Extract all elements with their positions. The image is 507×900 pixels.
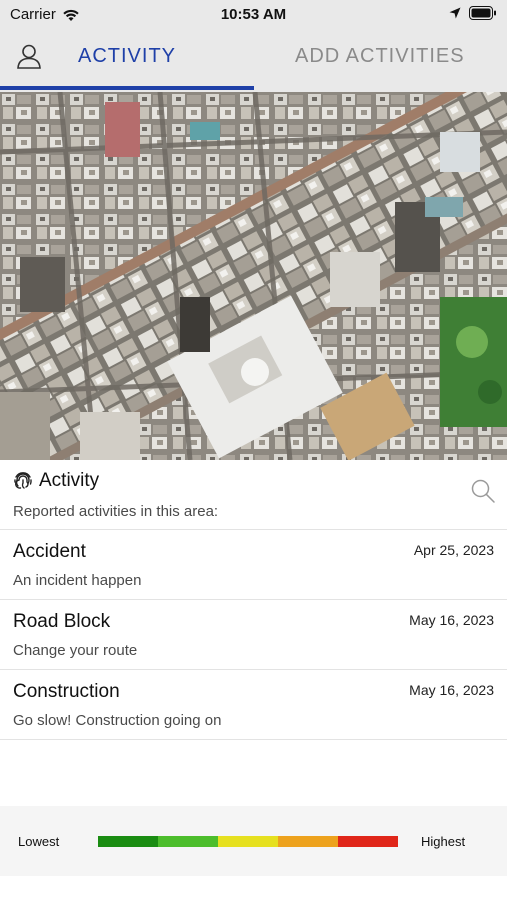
search-icon[interactable] (470, 478, 496, 504)
user-icon[interactable] (16, 43, 42, 69)
tab-header: ACTIVITY ADD ACTIVITIES (0, 28, 507, 92)
legend-color-scale (98, 836, 398, 847)
tab-add-activities[interactable]: ADD ACTIVITIES (295, 45, 465, 68)
activity-panel-header: Activity Reported activities in this are… (0, 460, 507, 530)
activity-title: Road Block (13, 611, 111, 632)
activity-item-accident[interactable]: Accident Apr 25, 2023 An incident happen (0, 530, 507, 600)
legend-segment (98, 836, 158, 847)
activity-title: Construction (13, 681, 120, 702)
fingerprint-icon (14, 472, 32, 489)
location-arrow-icon (449, 7, 461, 19)
legend-low-label: Lowest (18, 834, 60, 849)
active-tab-indicator (0, 86, 254, 90)
status-right-icons (449, 6, 497, 20)
activity-item-road-block[interactable]: Road Block May 16, 2023 Change your rout… (0, 600, 507, 670)
activity-panel-title: Activity (39, 470, 100, 491)
satellite-map[interactable] (0, 92, 507, 460)
activity-item-construction[interactable]: Construction May 16, 2023 Go slow! Const… (0, 670, 507, 740)
activity-panel-subtitle: Reported activities in this area: (13, 503, 219, 520)
activity-date: May 16, 2023 (409, 682, 494, 698)
legend-segment (338, 836, 398, 847)
status-bar: Carrier 10:53 AM (0, 0, 507, 28)
activity-description: An incident happen (13, 572, 142, 589)
legend-segment (218, 836, 278, 847)
tab-activity[interactable]: ACTIVITY (78, 45, 176, 68)
activity-title: Accident (13, 541, 86, 562)
activity-description: Go slow! Construction going on (13, 712, 222, 729)
activity-date: May 16, 2023 (409, 612, 494, 628)
battery-icon (469, 6, 496, 20)
legend-segment (158, 836, 218, 847)
legend-high-label: Highest (421, 834, 466, 849)
map-imagery (0, 92, 507, 460)
activity-description: Change your route (13, 642, 138, 659)
legend-segment (278, 836, 338, 847)
activity-date: Apr 25, 2023 (413, 542, 494, 558)
severity-legend: Lowest Highest (0, 806, 507, 876)
status-time: 10:53 AM (220, 6, 287, 23)
